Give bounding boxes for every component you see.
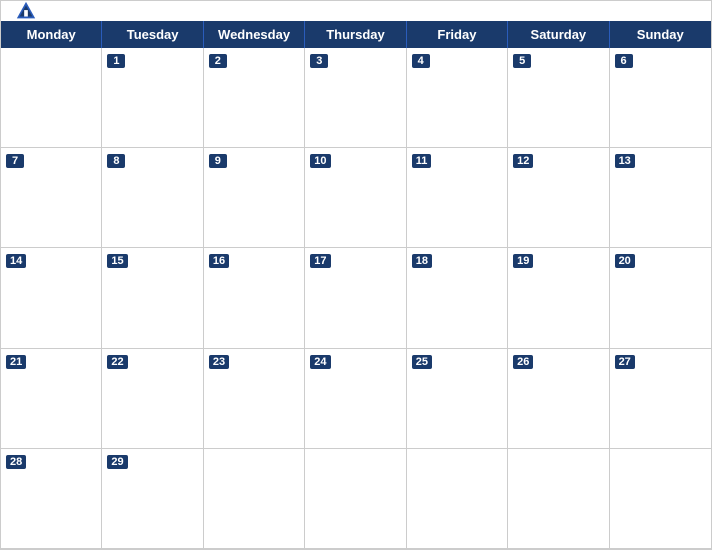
day-header-tuesday: Tuesday bbox=[102, 21, 203, 48]
day-cell bbox=[508, 449, 609, 549]
day-header-thursday: Thursday bbox=[305, 21, 406, 48]
day-number: 17 bbox=[310, 254, 330, 268]
day-cell bbox=[204, 449, 305, 549]
day-cell: 26 bbox=[508, 349, 609, 449]
day-cell: 19 bbox=[508, 248, 609, 348]
day-cell: 5 bbox=[508, 48, 609, 148]
day-number: 1 bbox=[107, 54, 125, 68]
day-cell: 25 bbox=[407, 349, 508, 449]
day-header-friday: Friday bbox=[407, 21, 508, 48]
logo-icon bbox=[15, 0, 37, 22]
day-number: 24 bbox=[310, 355, 330, 369]
days-header: MondayTuesdayWednesdayThursdayFridaySatu… bbox=[1, 21, 711, 48]
calendar: MondayTuesdayWednesdayThursdayFridaySatu… bbox=[0, 0, 712, 550]
day-cell: 28 bbox=[1, 449, 102, 549]
calendar-grid: 1234567891011121314151617181920212223242… bbox=[1, 48, 711, 549]
day-cell: 17 bbox=[305, 248, 406, 348]
day-number: 28 bbox=[6, 455, 26, 469]
day-cell: 20 bbox=[610, 248, 711, 348]
day-number: 15 bbox=[107, 254, 127, 268]
day-cell: 8 bbox=[102, 148, 203, 248]
day-cell: 2 bbox=[204, 48, 305, 148]
day-number: 21 bbox=[6, 355, 26, 369]
day-cell: 15 bbox=[102, 248, 203, 348]
calendar-header bbox=[1, 1, 711, 21]
day-number: 25 bbox=[412, 355, 432, 369]
day-cell: 1 bbox=[102, 48, 203, 148]
day-number: 22 bbox=[107, 355, 127, 369]
day-number: 14 bbox=[6, 254, 26, 268]
day-cell: 22 bbox=[102, 349, 203, 449]
day-number: 12 bbox=[513, 154, 533, 168]
day-cell bbox=[407, 449, 508, 549]
day-number: 29 bbox=[107, 455, 127, 469]
day-header-monday: Monday bbox=[1, 21, 102, 48]
day-number: 18 bbox=[412, 254, 432, 268]
day-cell: 9 bbox=[204, 148, 305, 248]
day-number: 13 bbox=[615, 154, 635, 168]
day-cell bbox=[305, 449, 406, 549]
day-header-sunday: Sunday bbox=[610, 21, 711, 48]
day-cell: 18 bbox=[407, 248, 508, 348]
day-number: 3 bbox=[310, 54, 328, 68]
day-number: 27 bbox=[615, 355, 635, 369]
logo bbox=[15, 0, 39, 22]
day-cell: 27 bbox=[610, 349, 711, 449]
day-cell: 29 bbox=[102, 449, 203, 549]
day-cell: 4 bbox=[407, 48, 508, 148]
day-number: 10 bbox=[310, 154, 330, 168]
day-number: 8 bbox=[107, 154, 125, 168]
day-number: 7 bbox=[6, 154, 24, 168]
day-cell: 6 bbox=[610, 48, 711, 148]
day-cell bbox=[1, 48, 102, 148]
day-cell: 14 bbox=[1, 248, 102, 348]
day-header-wednesday: Wednesday bbox=[204, 21, 305, 48]
day-header-saturday: Saturday bbox=[508, 21, 609, 48]
day-cell: 21 bbox=[1, 349, 102, 449]
day-number: 4 bbox=[412, 54, 430, 68]
day-cell: 7 bbox=[1, 148, 102, 248]
day-number: 11 bbox=[412, 154, 432, 168]
day-number: 20 bbox=[615, 254, 635, 268]
day-number: 2 bbox=[209, 54, 227, 68]
day-cell: 10 bbox=[305, 148, 406, 248]
day-cell bbox=[610, 449, 711, 549]
day-number: 26 bbox=[513, 355, 533, 369]
day-cell: 12 bbox=[508, 148, 609, 248]
day-number: 9 bbox=[209, 154, 227, 168]
day-number: 16 bbox=[209, 254, 229, 268]
day-cell: 11 bbox=[407, 148, 508, 248]
day-cell: 16 bbox=[204, 248, 305, 348]
day-number: 23 bbox=[209, 355, 229, 369]
day-number: 19 bbox=[513, 254, 533, 268]
day-cell: 24 bbox=[305, 349, 406, 449]
day-cell: 23 bbox=[204, 349, 305, 449]
day-cell: 13 bbox=[610, 148, 711, 248]
day-cell: 3 bbox=[305, 48, 406, 148]
day-number: 5 bbox=[513, 54, 531, 68]
day-number: 6 bbox=[615, 54, 633, 68]
